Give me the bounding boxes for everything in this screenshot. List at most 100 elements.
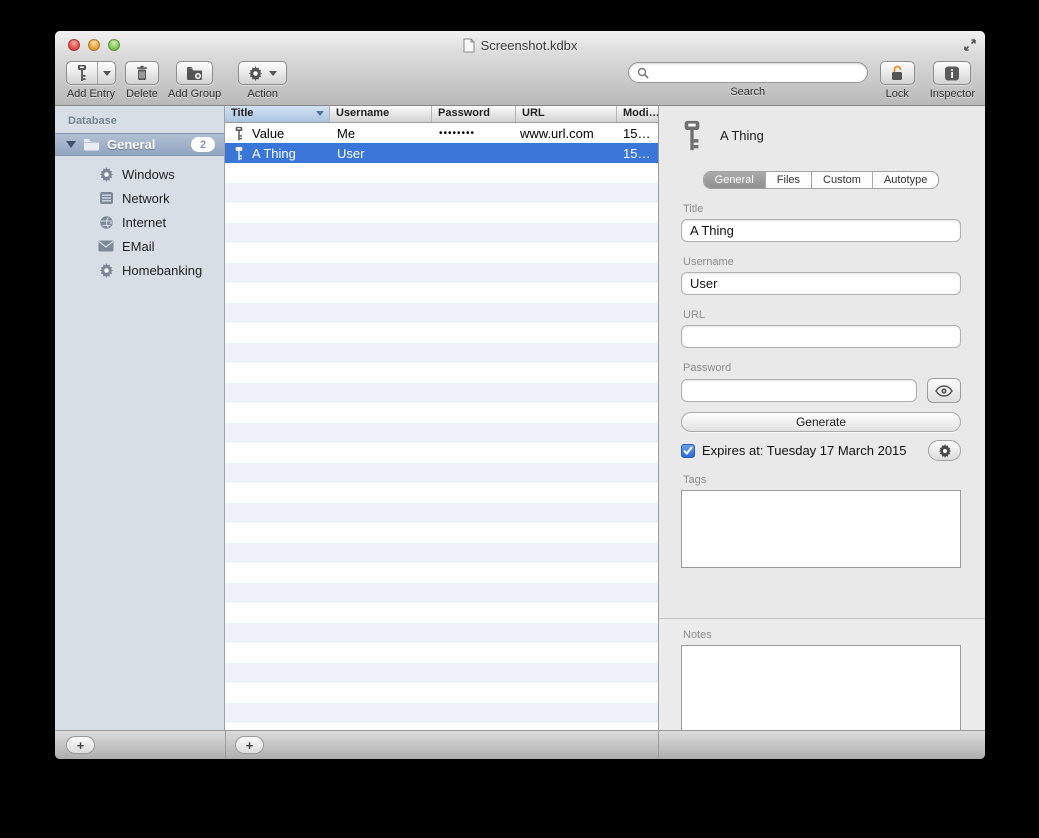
entry-header: A Thing [681, 117, 961, 154]
sidebar-item-label: Internet [122, 215, 166, 230]
eye-icon [935, 385, 953, 397]
title-field[interactable] [681, 219, 961, 242]
lock-button[interactable] [880, 61, 915, 85]
expires-checkbox[interactable] [681, 444, 695, 458]
sidebar-group-general[interactable]: General 2 [55, 133, 224, 156]
sidebar-item-windows[interactable]: Windows [55, 162, 224, 186]
tab-general[interactable]: General [704, 172, 766, 188]
expires-row: Expires at: Tuesday 17 March 2015 [681, 440, 961, 461]
generate-button[interactable]: Generate [681, 412, 961, 432]
fullscreen-icon[interactable] [963, 38, 977, 52]
entry-count-badge: 2 [191, 137, 215, 152]
folder-icon [83, 138, 100, 151]
inspector-label: Inspector [930, 88, 975, 100]
inspector-group: Inspector [930, 61, 975, 100]
search-group: Search [628, 61, 868, 98]
window-title-area: Screenshot.kdbx [55, 31, 985, 60]
sidebar-item-email[interactable]: EMail [55, 234, 224, 258]
sidebar-item-internet[interactable]: Internet [55, 210, 224, 234]
add-entry-plus-button[interactable]: + [235, 736, 264, 754]
username-field-label: Username [683, 256, 961, 268]
add-entry-button[interactable] [66, 61, 116, 85]
add-entry-dropdown[interactable] [97, 62, 115, 84]
empty-rows-area [225, 163, 658, 730]
column-header-title[interactable]: Title [225, 106, 330, 122]
username-field[interactable] [681, 272, 961, 295]
lock-label: Lock [886, 88, 909, 100]
key-icon [76, 65, 88, 81]
disclosure-triangle-icon[interactable] [66, 141, 76, 148]
key-icon [234, 126, 244, 141]
gear-icon [98, 167, 114, 182]
inspector-tabs: General Files Custom Autotype [703, 171, 940, 189]
server-icon [98, 191, 114, 205]
password-field-label: Password [683, 362, 961, 374]
add-group-plus-button[interactable]: + [66, 736, 95, 754]
notes-input[interactable] [681, 645, 961, 730]
column-label: Password [438, 107, 490, 119]
bottom-bar: + + [55, 730, 985, 759]
url-field[interactable] [681, 325, 961, 348]
cell-username: Me [330, 126, 432, 141]
expiry-options-button[interactable] [928, 440, 961, 461]
chevron-down-icon [269, 71, 277, 76]
tab-custom[interactable]: Custom [812, 172, 873, 188]
sidebar: Database General 2 Windows [55, 106, 225, 730]
column-header-url[interactable]: URL [516, 106, 617, 122]
reveal-password-button[interactable] [927, 378, 961, 403]
action-button[interactable] [238, 61, 287, 85]
add-group-group: Add Group [168, 61, 221, 100]
url-field-label: URL [683, 309, 961, 321]
sidebar-group-label: General [107, 137, 155, 152]
main-content: Database General 2 Windows [55, 106, 985, 730]
add-entry-group: Add Entry [66, 61, 116, 100]
tab-files[interactable]: Files [766, 172, 812, 188]
column-label: Modi… [623, 107, 658, 119]
toolbar: Add Entry Delete Add Group [55, 60, 985, 100]
tags-input[interactable] [681, 490, 961, 568]
gear-icon [938, 444, 952, 458]
table-row[interactable]: Value Me •••••••• www.url.com 15… [225, 123, 658, 143]
inspector-button[interactable] [933, 61, 971, 85]
key-icon [234, 146, 244, 161]
cell-url: www.url.com [516, 126, 617, 141]
lock-open-icon [890, 65, 905, 81]
search-field[interactable] [628, 62, 868, 83]
cell-title: A Thing [252, 146, 296, 161]
check-icon [683, 446, 693, 455]
action-group: Action [238, 61, 287, 100]
chevron-down-icon [103, 71, 111, 76]
expires-label: Expires at: Tuesday 17 March 2015 [702, 443, 907, 458]
cell-password: •••••••• [432, 128, 516, 139]
envelope-icon [98, 240, 114, 252]
sidebar-item-network[interactable]: Network [55, 186, 224, 210]
gear-icon [98, 263, 114, 278]
table-row-selected[interactable]: A Thing User 15… [225, 143, 658, 163]
tab-autotype[interactable]: Autotype [873, 172, 938, 188]
sidebar-section-header: Database [68, 115, 224, 127]
table-header: Title Username Password URL Modi… [225, 106, 658, 123]
inspector-general-section: A Thing General Files Custom Autotype Ti… [659, 106, 985, 573]
desktop-background: Screenshot.kdbx Add Entry [0, 0, 1039, 838]
trash-icon [135, 65, 149, 81]
titlebar[interactable]: Screenshot.kdbx [55, 31, 985, 60]
add-entry-label: Add Entry [67, 88, 115, 100]
sidebar-item-homebanking[interactable]: Homebanking [55, 258, 224, 282]
column-header-username[interactable]: Username [330, 106, 432, 122]
gear-icon [248, 66, 263, 81]
add-group-button[interactable] [176, 61, 213, 85]
column-header-modified[interactable]: Modi… [617, 106, 658, 122]
cell-modified: 15… [617, 126, 658, 141]
column-header-password[interactable]: Password [432, 106, 516, 122]
document-icon [463, 38, 475, 53]
delete-button[interactable] [125, 61, 159, 85]
sort-desc-icon [316, 111, 324, 116]
key-icon [681, 117, 703, 154]
title-field-label: Title [683, 203, 961, 215]
search-input[interactable] [654, 66, 859, 80]
sidebar-item-label: Homebanking [122, 263, 202, 278]
password-field[interactable] [681, 379, 917, 402]
notes-label: Notes [683, 629, 961, 641]
delete-label: Delete [126, 88, 158, 100]
lock-group: Lock [880, 61, 915, 100]
